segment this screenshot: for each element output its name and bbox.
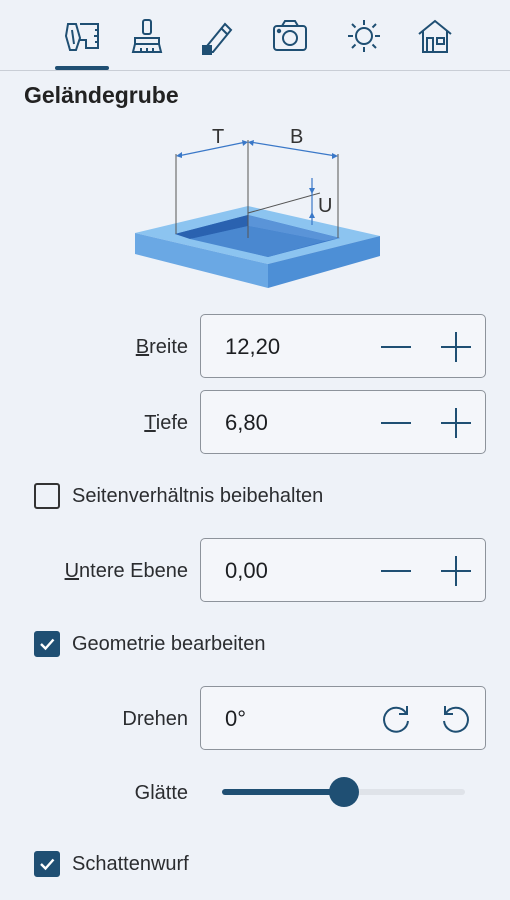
untere-ebene-decrement-button[interactable]: [376, 551, 416, 591]
diagram-label-t: T: [212, 126, 224, 148]
tab-sun[interactable]: [337, 10, 391, 62]
shadow-label: Schattenwurf: [72, 852, 189, 875]
tiefe-label: Tiefe: [144, 412, 188, 434]
edit-geometry-label: Geometrie bearbeiten: [72, 632, 266, 655]
tab-camera[interactable]: [263, 10, 317, 62]
untere-ebene-value[interactable]: 0,00: [225, 558, 268, 584]
diagram-label-b: B: [290, 126, 303, 148]
rotate-clockwise-icon: [383, 706, 409, 733]
plus-icon: [441, 332, 471, 362]
breite-value[interactable]: 12,20: [225, 334, 280, 360]
checkmark-icon: [40, 858, 55, 871]
drehen-label: Drehen: [122, 708, 188, 730]
minus-icon: [381, 346, 411, 348]
tiefe-increment-button[interactable]: [436, 403, 476, 443]
aspect-ratio-checkbox[interactable]: [34, 483, 60, 509]
rotate-counterclockwise-button[interactable]: [436, 699, 476, 739]
section-title: Geländegrube: [24, 82, 179, 108]
aspect-ratio-label: Seitenverhältnis beibehalten: [72, 484, 324, 507]
untere-ebene-increment-button[interactable]: [436, 551, 476, 591]
breite-decrement-button[interactable]: [376, 327, 416, 367]
tool-tab-bar: [0, 0, 510, 71]
pencil-icon: [202, 22, 233, 55]
breite-increment-button[interactable]: [436, 327, 476, 367]
terrain-pit-diagram: T B U: [135, 126, 380, 288]
breite-field[interactable]: 12,20: [200, 314, 486, 378]
tiefe-field[interactable]: 6,80: [200, 390, 486, 454]
plus-icon: [441, 556, 471, 586]
checkmark-icon: [40, 638, 55, 651]
glaette-slider-fill: [222, 789, 344, 795]
tab-pencil[interactable]: [190, 10, 244, 62]
terrain-tool-icon: [64, 23, 99, 51]
shadow-checkbox-row[interactable]: Schattenwurf: [34, 851, 189, 877]
breite-label: Breite: [135, 336, 188, 358]
minus-icon: [381, 570, 411, 572]
active-tab-indicator: [55, 66, 109, 70]
rotate-counterclockwise-icon: [443, 706, 469, 733]
camera-icon: [273, 20, 307, 51]
paint-brush-icon: [131, 19, 163, 53]
drehen-field[interactable]: 0°: [200, 686, 486, 750]
plus-icon: [441, 408, 471, 438]
untere-ebene-field[interactable]: 0,00: [200, 538, 486, 602]
tab-terrain[interactable]: [55, 10, 109, 62]
sun-icon: [348, 20, 380, 52]
shadow-checkbox[interactable]: [34, 851, 60, 877]
tiefe-value[interactable]: 6,80: [225, 410, 268, 436]
glaette-slider-thumb[interactable]: [328, 777, 359, 807]
diagram-label-u: U: [318, 195, 332, 217]
edit-geometry-checkbox[interactable]: [34, 631, 60, 657]
rotate-clockwise-button[interactable]: [376, 699, 416, 739]
glaette-label: Glätte: [134, 782, 188, 804]
aspect-ratio-checkbox-row[interactable]: Seitenverhältnis beibehalten: [34, 483, 323, 509]
tab-house[interactable]: [408, 10, 462, 62]
tab-paint[interactable]: [120, 10, 174, 62]
glaette-slider[interactable]: [222, 777, 465, 807]
house-icon: [418, 19, 452, 53]
edit-geometry-checkbox-row[interactable]: Geometrie bearbeiten: [34, 631, 265, 657]
tiefe-decrement-button[interactable]: [376, 403, 416, 443]
drehen-value[interactable]: 0°: [225, 706, 246, 732]
minus-icon: [381, 422, 411, 424]
untere-ebene-label: Untere Ebene: [64, 560, 188, 582]
